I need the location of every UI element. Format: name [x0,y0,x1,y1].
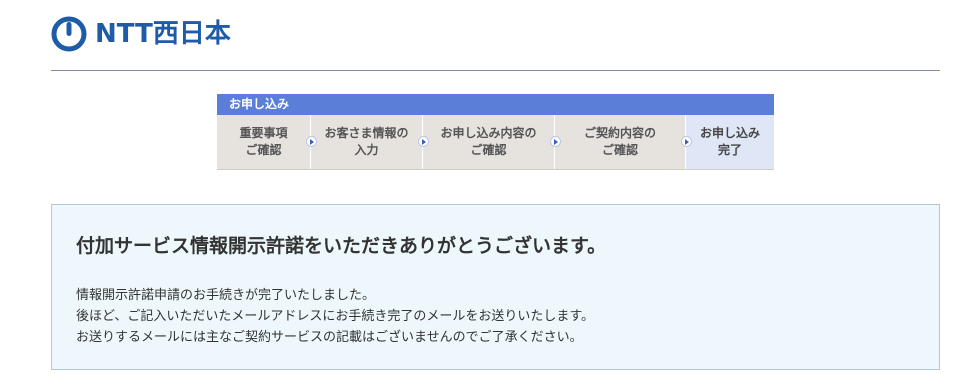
step-important-notes: 重要事項 ご確認 [217,115,311,169]
step-label: お申し込み 完了 [699,126,760,157]
completion-panel: 付加サービス情報開示許諾をいただきありがとうございます。 情報開示許諾申請のお手… [51,204,940,370]
completion-line: お送りするメールには主なご契約サービスの記載はございませんのでご了承ください。 [76,330,583,345]
step-customer-info: お客さま情報の 入力 [306,115,423,169]
step-arrow-icon [418,136,429,147]
step-label: お客さま情報の 入力 [324,126,409,157]
completion-title: 付加サービス情報開示許諾をいただきありがとうございます。 [76,235,607,257]
completion-line: 情報開示許諾申請のお手続きが完了いたしました。 [76,288,376,303]
step-complete: お申し込み 完了 [681,115,774,169]
step-progress-title: お申し込み [217,94,774,115]
step-label: お申し込み内容の ご確認 [440,126,537,157]
step-list: 重要事項 ご確認 お客さま情報の 入力 お申し込み内容の ご確認 ご契約内容の … [217,115,774,170]
brand-logo-text: NTT西日本 [95,19,231,49]
step-contract-confirm: ご契約内容の ご確認 [550,115,686,169]
ntt-mark-icon [51,16,87,52]
step-progress: お申し込み 重要事項 ご確認 お客さま情報の 入力 お申し込み内容の ご確認 ご… [217,94,774,170]
step-label: ご契約内容の ご確認 [583,126,656,157]
completion-message: 情報開示許諾申請のお手続きが完了いたしました。 後ほど、ご記入いただいたメールア… [76,285,594,348]
step-arrow-icon [681,136,692,147]
site-header: NTT西日本 [51,14,231,54]
completion-line: 後ほど、ご記入いただいたメールアドレスにお手続き完了のメールをお送りいたします。 [76,309,595,324]
step-label: 重要事項 ご確認 [239,126,288,157]
header-divider [51,70,940,71]
step-arrow-icon [306,136,317,147]
page: NTT西日本 お申し込み 重要事項 ご確認 お客さま情報の 入力 お申し込み内容… [0,0,979,384]
step-application-confirm: お申し込み内容の ご確認 [418,115,555,169]
step-arrow-icon [550,136,561,147]
